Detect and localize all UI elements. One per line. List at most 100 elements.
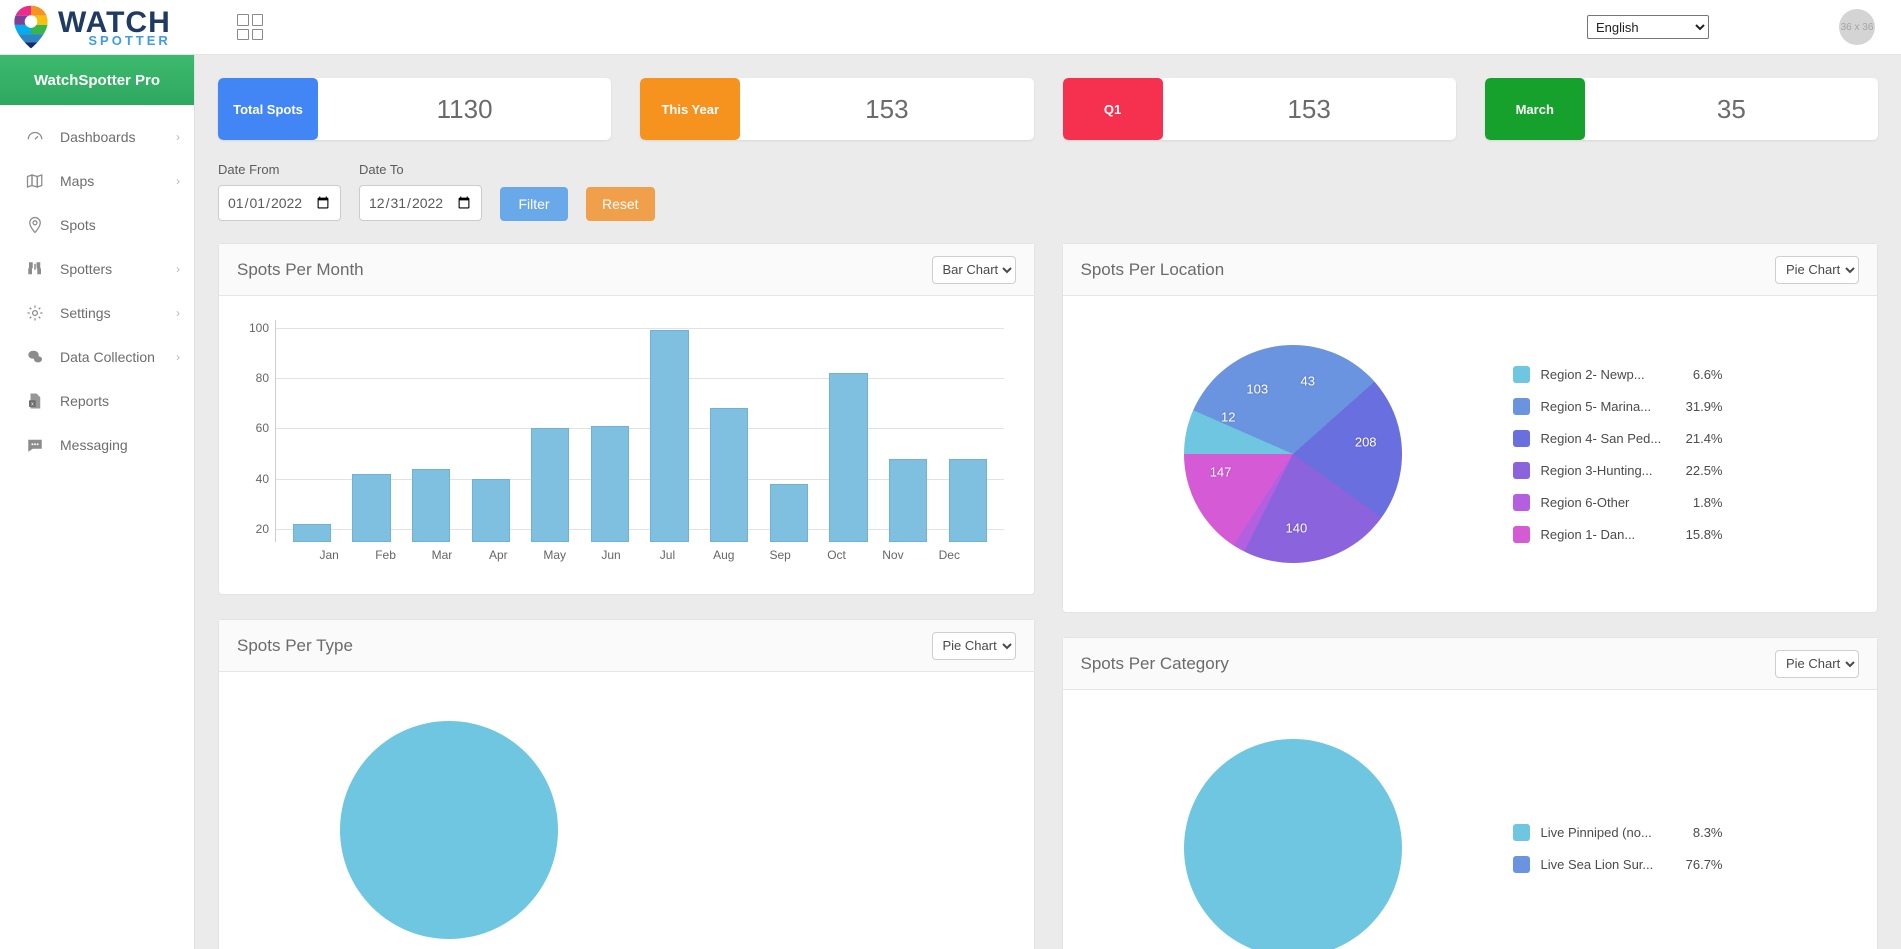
- date-to-input[interactable]: [359, 185, 482, 221]
- bar-chart-spots-per-month: 20 40 60 80 100 Jan Feb Mar Apr May Jun Jul Aug Sep O…: [229, 310, 1024, 580]
- pie-chart-spots-per-location: 43 208 140 147 12 103 Region 2- Newp... 6.6% Re…: [1073, 310, 1868, 598]
- date-from-input[interactable]: [218, 185, 341, 221]
- chart-type-select-spots-per-type[interactable]: Bar ChartPie Chart: [931, 631, 1016, 660]
- bar-jul[interactable]: [650, 330, 689, 542]
- legend-swatch: [1512, 429, 1530, 447]
- sidebar-item-reports[interactable]: x Reports: [0, 382, 194, 420]
- bar-slot: [938, 320, 998, 542]
- sidebar-nav: Dashboards › Maps › Spots Spotters › Settings › D…: [0, 118, 194, 464]
- legend-swatch: [1512, 365, 1530, 383]
- legend-label: Live Sea Lion Sur...: [1540, 856, 1654, 872]
- legend-label: Region 3-Hunting...: [1540, 462, 1653, 478]
- pie-graphic: [340, 721, 558, 939]
- date-to-label: Date To: [359, 162, 404, 177]
- legend-item[interactable]: Region 1- Dan... 15.8%: [1512, 518, 1844, 550]
- stat-card-value: 153: [865, 93, 909, 124]
- bar-jun[interactable]: [590, 425, 630, 542]
- bar-chart-y-tick: 80: [255, 371, 269, 386]
- sidebar-item-messaging[interactable]: Messaging: [0, 426, 194, 464]
- reset-button[interactable]: Reset: [586, 187, 655, 221]
- bar-sep[interactable]: [769, 483, 808, 542]
- sidebar-item-settings[interactable]: Settings ›: [0, 294, 194, 332]
- pie-slice-value: 147: [1209, 464, 1232, 480]
- stat-card-label: Q1: [1062, 78, 1163, 140]
- report-file-icon: x: [26, 392, 50, 410]
- panel-header: Spots Per Type Bar ChartPie Chart: [219, 620, 1034, 672]
- panel-spots-per-category: Spots Per Category Bar ChartPie Chart Li…: [1061, 637, 1878, 949]
- legend-swatch: [1512, 525, 1530, 543]
- message-icon: [26, 436, 50, 454]
- bar-chart-x-tick: Feb: [375, 548, 396, 562]
- bar-may[interactable]: [531, 428, 570, 542]
- language-select[interactable]: English: [1587, 15, 1709, 39]
- dashboard-page: WATCH SPOTTER English 36 x 36 WatchSpott…: [0, 0, 1901, 949]
- bar-oct[interactable]: [829, 372, 868, 542]
- filter-button[interactable]: Filter: [500, 187, 568, 221]
- bar-chart-x-tick: Apr: [488, 548, 508, 562]
- panel-title: Spots Per Month: [237, 259, 364, 279]
- legend-percent: 22.5%: [1685, 462, 1723, 478]
- legend-item[interactable]: Region 2- Newp... 6.6%: [1512, 358, 1844, 390]
- sidebar-item-maps[interactable]: Maps ›: [0, 162, 194, 200]
- legend-item[interactable]: Live Pinniped (no... 8.3%: [1512, 816, 1844, 848]
- right-panel-column: Spots Per Location Bar ChartPie Chart 43…: [1061, 243, 1878, 949]
- bar-slot: [342, 320, 402, 542]
- pie-slice-value: 208: [1354, 434, 1377, 450]
- bar-slot: [759, 320, 819, 542]
- main-content: Total Spots 1130 This Year 153 Q1 153 March 35 …: [195, 55, 1901, 949]
- stat-card-q1: Q1 153: [1062, 78, 1456, 140]
- bar-chart-y-tick: 40: [255, 471, 269, 486]
- pie-chart-spots-per-category: Live Pinniped (no... 8.3% Live Sea Lion Su…: [1073, 704, 1868, 949]
- bar-aug[interactable]: [710, 408, 749, 542]
- bar-chart-x-tick: May: [543, 548, 567, 562]
- pie-legend: Region 2- Newp... 6.6% Region 5- Marina...…: [1512, 358, 1868, 550]
- chevron-right-icon: ›: [176, 174, 180, 188]
- sidebar-title: WatchSpotter Pro: [0, 55, 194, 105]
- bar-chart-x-tick: Sep: [769, 548, 791, 562]
- bar-chart-y-tick: 60: [255, 421, 269, 436]
- chart-type-select-spots-per-location[interactable]: Bar ChartPie Chart: [1775, 255, 1859, 284]
- stat-card-march: March 35: [1484, 78, 1878, 140]
- bar-jan[interactable]: [292, 524, 331, 542]
- sidebar-item-label: Maps: [60, 173, 95, 189]
- bar-slot: [640, 320, 700, 542]
- legend-label: Region 1- Dan...: [1540, 526, 1636, 542]
- pie-slice-value: 140: [1285, 520, 1308, 536]
- legend-percent: 8.3%: [1692, 824, 1723, 840]
- app-logo[interactable]: WATCH SPOTTER: [0, 4, 195, 50]
- legend-item[interactable]: Region 5- Marina... 31.9%: [1512, 390, 1844, 422]
- sidebar-item-spotters[interactable]: Spotters ›: [0, 250, 194, 288]
- top-header: WATCH SPOTTER English 36 x 36: [0, 0, 1901, 55]
- chart-type-select-spots-per-category[interactable]: Bar ChartPie Chart: [1775, 649, 1859, 678]
- chat-bubbles-icon: [26, 348, 50, 366]
- legend-item[interactable]: Region 6-Other 1.8%: [1512, 486, 1844, 518]
- legend-label: Region 2- Newp...: [1540, 366, 1645, 382]
- bar-nov[interactable]: [888, 458, 928, 542]
- binoculars-icon: [26, 260, 50, 278]
- panel-body: 43 208 140 147 12 103 Region 2- Newp... 6.6% Re…: [1063, 296, 1878, 612]
- stat-card-label: March: [1484, 78, 1585, 140]
- panel-body: 20 40 60 80 100 Jan Feb Mar Apr May Jun Jul Aug Sep O…: [219, 296, 1034, 594]
- bar-slot: [461, 320, 521, 542]
- sidebar-item-data-collection[interactable]: Data Collection ›: [0, 338, 194, 376]
- legend-item[interactable]: Region 4- San Ped... 21.4%: [1512, 422, 1844, 454]
- chart-type-select-spots-per-month[interactable]: Bar ChartPie Chart: [931, 255, 1016, 284]
- bar-chart-x-tick: Jul: [659, 548, 676, 562]
- grid-icon[interactable]: [237, 14, 263, 40]
- bar-slot: [580, 320, 640, 542]
- sidebar-item-dashboards[interactable]: Dashboards ›: [0, 118, 194, 156]
- sidebar-item-spots[interactable]: Spots: [0, 206, 194, 244]
- header-right-tools: English 36 x 36: [1587, 9, 1901, 45]
- bar-mar[interactable]: [411, 468, 451, 542]
- bar-feb[interactable]: [352, 473, 391, 542]
- legend-item[interactable]: Live Sea Lion Sur... 76.7%: [1512, 848, 1844, 880]
- legend-item[interactable]: Region 3-Hunting... 22.5%: [1512, 454, 1844, 486]
- legend-swatch: [1512, 855, 1530, 873]
- bar-chart-x-tick: Jun: [601, 548, 621, 562]
- bar-apr[interactable]: [471, 478, 510, 542]
- stat-card-value: 1130: [436, 93, 493, 124]
- bar-chart-x-tick: Mar: [431, 548, 453, 562]
- bar-dec[interactable]: [948, 458, 987, 542]
- bar-chart-y-tick: 20: [255, 522, 269, 537]
- avatar[interactable]: 36 x 36: [1839, 9, 1875, 45]
